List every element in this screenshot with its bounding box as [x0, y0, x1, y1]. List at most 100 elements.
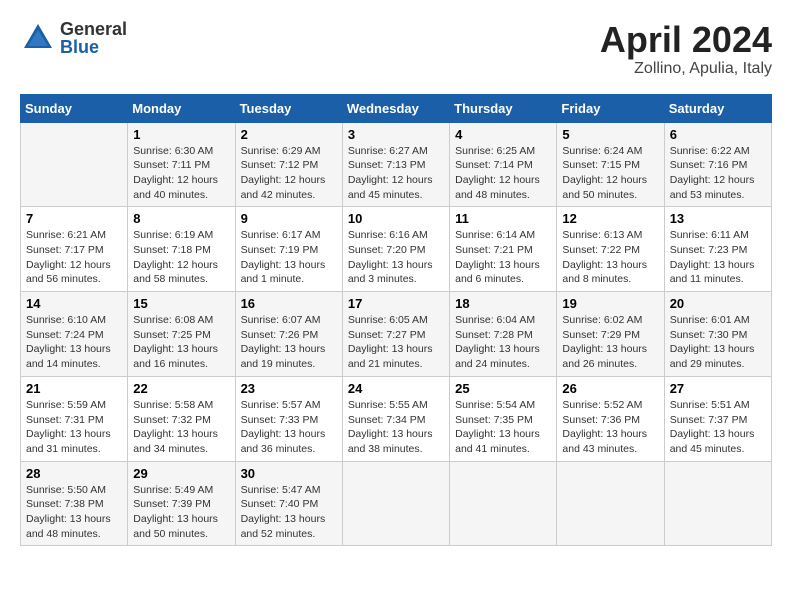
day-number: 30: [241, 466, 337, 481]
page-header: General Blue April 2024 Zollino, Apulia,…: [20, 20, 772, 78]
calendar-cell: [342, 461, 449, 546]
day-number: 11: [455, 211, 551, 226]
weekday-header: Tuesday: [235, 94, 342, 122]
day-number: 22: [133, 381, 229, 396]
calendar-cell: [664, 461, 771, 546]
location: Zollino, Apulia, Italy: [600, 60, 772, 78]
calendar-cell: 6 Sunrise: 6:22 AM Sunset: 7:16 PM Daylig…: [664, 122, 771, 207]
calendar-week-row: 28 Sunrise: 5:50 AM Sunset: 7:38 PM Dayli…: [21, 461, 772, 546]
logo-icon: [20, 20, 56, 56]
day-info: Sunrise: 6:25 AM Sunset: 7:14 PM Dayligh…: [455, 144, 551, 203]
calendar-cell: 8 Sunrise: 6:19 AM Sunset: 7:18 PM Daylig…: [128, 207, 235, 292]
day-number: 18: [455, 296, 551, 311]
day-info: Sunrise: 5:51 AM Sunset: 7:37 PM Dayligh…: [670, 398, 766, 457]
day-info: Sunrise: 6:17 AM Sunset: 7:19 PM Dayligh…: [241, 228, 337, 287]
calendar-week-row: 21Sunrise: 5:59 AM Sunset: 7:31 PM Dayli…: [21, 376, 772, 461]
calendar-cell: 27 Sunrise: 5:51 AM Sunset: 7:37 PM Dayli…: [664, 376, 771, 461]
calendar-cell: 14Sunrise: 6:10 AM Sunset: 7:24 PM Dayli…: [21, 292, 128, 377]
day-info: Sunrise: 6:27 AM Sunset: 7:13 PM Dayligh…: [348, 144, 444, 203]
calendar-cell: 2 Sunrise: 6:29 AM Sunset: 7:12 PM Daylig…: [235, 122, 342, 207]
calendar-week-row: 7 Sunrise: 6:21 AM Sunset: 7:17 PM Daylig…: [21, 207, 772, 292]
calendar-cell: 23 Sunrise: 5:57 AM Sunset: 7:33 PM Dayli…: [235, 376, 342, 461]
day-info: Sunrise: 6:13 AM Sunset: 7:22 PM Dayligh…: [562, 228, 658, 287]
calendar-cell: 28 Sunrise: 5:50 AM Sunset: 7:38 PM Dayli…: [21, 461, 128, 546]
calendar-cell: [21, 122, 128, 207]
weekday-header: Thursday: [450, 94, 557, 122]
day-number: 28: [26, 466, 122, 481]
calendar-cell: 3 Sunrise: 6:27 AM Sunset: 7:13 PM Daylig…: [342, 122, 449, 207]
day-number: 25: [455, 381, 551, 396]
day-number: 29: [133, 466, 229, 481]
day-info: Sunrise: 6:24 AM Sunset: 7:15 PM Dayligh…: [562, 144, 658, 203]
day-number: 27: [670, 381, 766, 396]
logo-blue: Blue: [60, 38, 127, 56]
weekday-header: Sunday: [21, 94, 128, 122]
day-info: Sunrise: 5:57 AM Sunset: 7:33 PM Dayligh…: [241, 398, 337, 457]
day-number: 10: [348, 211, 444, 226]
calendar-table: SundayMondayTuesdayWednesdayThursdayFrid…: [20, 94, 772, 547]
day-number: 24: [348, 381, 444, 396]
day-info: Sunrise: 6:16 AM Sunset: 7:20 PM Dayligh…: [348, 228, 444, 287]
day-number: 7: [26, 211, 122, 226]
logo-general: General: [60, 20, 127, 38]
calendar-cell: 1 Sunrise: 6:30 AM Sunset: 7:11 PM Daylig…: [128, 122, 235, 207]
weekday-header: Saturday: [664, 94, 771, 122]
calendar-header: SundayMondayTuesdayWednesdayThursdayFrid…: [21, 94, 772, 122]
day-info: Sunrise: 6:22 AM Sunset: 7:16 PM Dayligh…: [670, 144, 766, 203]
day-number: 1: [133, 127, 229, 142]
logo: General Blue: [20, 20, 127, 56]
calendar-cell: 17 Sunrise: 6:05 AM Sunset: 7:27 PM Dayli…: [342, 292, 449, 377]
day-info: Sunrise: 6:19 AM Sunset: 7:18 PM Dayligh…: [133, 228, 229, 287]
calendar-week-row: 14Sunrise: 6:10 AM Sunset: 7:24 PM Dayli…: [21, 292, 772, 377]
day-number: 12: [562, 211, 658, 226]
calendar-cell: 11Sunrise: 6:14 AM Sunset: 7:21 PM Dayli…: [450, 207, 557, 292]
month-title: April 2024: [600, 20, 772, 60]
day-number: 15: [133, 296, 229, 311]
calendar-cell: 18Sunrise: 6:04 AM Sunset: 7:28 PM Dayli…: [450, 292, 557, 377]
calendar-cell: 9 Sunrise: 6:17 AM Sunset: 7:19 PM Daylig…: [235, 207, 342, 292]
day-number: 13: [670, 211, 766, 226]
day-number: 23: [241, 381, 337, 396]
day-info: Sunrise: 6:21 AM Sunset: 7:17 PM Dayligh…: [26, 228, 122, 287]
calendar-cell: 22 Sunrise: 5:58 AM Sunset: 7:32 PM Dayli…: [128, 376, 235, 461]
calendar-cell: 4 Sunrise: 6:25 AM Sunset: 7:14 PM Daylig…: [450, 122, 557, 207]
day-number: 5: [562, 127, 658, 142]
day-number: 4: [455, 127, 551, 142]
day-info: Sunrise: 6:30 AM Sunset: 7:11 PM Dayligh…: [133, 144, 229, 203]
calendar-cell: [557, 461, 664, 546]
day-info: Sunrise: 6:29 AM Sunset: 7:12 PM Dayligh…: [241, 144, 337, 203]
day-number: 20: [670, 296, 766, 311]
title-block: April 2024 Zollino, Apulia, Italy: [600, 20, 772, 78]
calendar-cell: 13Sunrise: 6:11 AM Sunset: 7:23 PM Dayli…: [664, 207, 771, 292]
day-info: Sunrise: 5:50 AM Sunset: 7:38 PM Dayligh…: [26, 483, 122, 542]
calendar-cell: [450, 461, 557, 546]
logo-text: General Blue: [60, 20, 127, 56]
day-number: 2: [241, 127, 337, 142]
weekday-row: SundayMondayTuesdayWednesdayThursdayFrid…: [21, 94, 772, 122]
calendar-week-row: 1 Sunrise: 6:30 AM Sunset: 7:11 PM Daylig…: [21, 122, 772, 207]
day-info: Sunrise: 6:08 AM Sunset: 7:25 PM Dayligh…: [133, 313, 229, 372]
calendar-cell: 21Sunrise: 5:59 AM Sunset: 7:31 PM Dayli…: [21, 376, 128, 461]
day-info: Sunrise: 5:55 AM Sunset: 7:34 PM Dayligh…: [348, 398, 444, 457]
day-number: 16: [241, 296, 337, 311]
day-info: Sunrise: 5:58 AM Sunset: 7:32 PM Dayligh…: [133, 398, 229, 457]
day-number: 9: [241, 211, 337, 226]
calendar-cell: 12 Sunrise: 6:13 AM Sunset: 7:22 PM Dayli…: [557, 207, 664, 292]
calendar-cell: 19Sunrise: 6:02 AM Sunset: 7:29 PM Dayli…: [557, 292, 664, 377]
day-number: 26: [562, 381, 658, 396]
day-number: 14: [26, 296, 122, 311]
calendar-cell: 29 Sunrise: 5:49 AM Sunset: 7:39 PM Dayli…: [128, 461, 235, 546]
calendar-cell: 30Sunrise: 5:47 AM Sunset: 7:40 PM Dayli…: [235, 461, 342, 546]
weekday-header: Monday: [128, 94, 235, 122]
day-info: Sunrise: 5:59 AM Sunset: 7:31 PM Dayligh…: [26, 398, 122, 457]
day-number: 8: [133, 211, 229, 226]
day-number: 3: [348, 127, 444, 142]
day-info: Sunrise: 5:49 AM Sunset: 7:39 PM Dayligh…: [133, 483, 229, 542]
day-info: Sunrise: 6:05 AM Sunset: 7:27 PM Dayligh…: [348, 313, 444, 372]
calendar-cell: 7 Sunrise: 6:21 AM Sunset: 7:17 PM Daylig…: [21, 207, 128, 292]
calendar-cell: 20Sunrise: 6:01 AM Sunset: 7:30 PM Dayli…: [664, 292, 771, 377]
calendar-cell: 26Sunrise: 5:52 AM Sunset: 7:36 PM Dayli…: [557, 376, 664, 461]
day-number: 6: [670, 127, 766, 142]
calendar-cell: 24 Sunrise: 5:55 AM Sunset: 7:34 PM Dayli…: [342, 376, 449, 461]
day-number: 17: [348, 296, 444, 311]
